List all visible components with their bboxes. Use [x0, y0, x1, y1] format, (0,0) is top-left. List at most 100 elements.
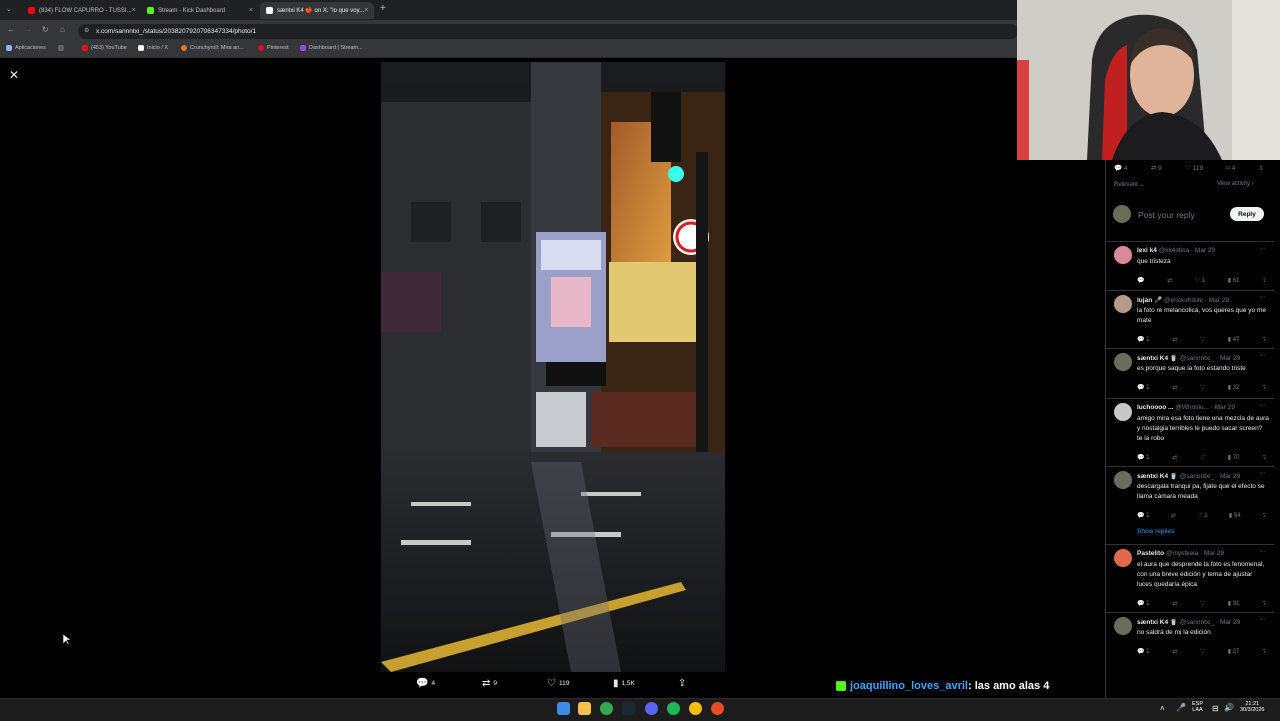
tab-x-post[interactable]: sæntxi K4 🍎 on X: "lo que voy... ×	[260, 2, 374, 19]
bookmark-x[interactable]: Inicio / X	[138, 45, 168, 51]
views-action[interactable]: ▮ 70	[1228, 454, 1240, 461]
volume-icon[interactable]: 🔊	[1224, 703, 1234, 712]
reply-author[interactable]: lexi k4 @kk4otica · Mar 29	[1137, 247, 1215, 254]
bookmark-dashboard[interactable]: Dashboard | Stream...	[300, 45, 363, 51]
reload-icon[interactable]: ↻	[42, 25, 49, 34]
bookmark-crunchyroll[interactable]: Crunchyroll: Mira an...	[181, 45, 244, 51]
reply-input[interactable]: Post your reply	[1138, 210, 1195, 220]
like-action[interactable]: ♡ 1	[1195, 277, 1205, 284]
share-icon[interactable]: ⇪	[1262, 600, 1267, 607]
share-icon[interactable]: ⇪	[1262, 648, 1267, 655]
post-views-action[interactable]: ▮ 1.5K	[613, 678, 635, 689]
like-action[interactable]: ♡ 1	[1197, 512, 1207, 519]
views-action[interactable]: ▮ 61	[1228, 277, 1240, 284]
more-options-icon[interactable]: ···	[1259, 294, 1266, 301]
share-icon[interactable]: ⇪	[1262, 384, 1267, 391]
reply-action[interactable]: 💬 1	[1137, 336, 1150, 343]
more-options-icon[interactable]: ···	[1259, 548, 1266, 555]
thread-repost-stat[interactable]: ⇄ 9	[1151, 164, 1162, 172]
bookmark-grid[interactable]	[58, 45, 67, 51]
reply-item[interactable]: luján 🎤 @ericksfrizze · Mar 29 ··· la foto…	[1106, 290, 1274, 349]
sort-dropdown[interactable]: Relevant ⌄	[1114, 181, 1144, 188]
post-share-action[interactable]: ⇪	[678, 678, 686, 689]
reply-item[interactable]: sæntxi K4 🥤 @sannntxi_ · Mar 29 ··· descar…	[1106, 466, 1274, 545]
new-tab-button[interactable]: +	[380, 3, 386, 14]
network-icon[interactable]: ⊟	[1212, 704, 1219, 713]
tab-search-icon[interactable]: ⌄	[6, 5, 12, 13]
like-action[interactable]: ♡	[1200, 454, 1205, 461]
share-icon[interactable]: ⇪	[1262, 454, 1267, 461]
views-action[interactable]: ▮ 31	[1228, 600, 1240, 607]
like-action[interactable]: ♡	[1200, 384, 1205, 391]
reply-button[interactable]: Reply	[1230, 207, 1264, 221]
discord-icon[interactable]	[645, 702, 658, 715]
reply-author[interactable]: Pastelito @mystkeia · Mar 29	[1137, 550, 1224, 557]
reply-author[interactable]: sæntxi K4 🥤 @sannntxi_ · Mar 29	[1137, 354, 1240, 362]
avatar[interactable]	[1114, 549, 1132, 567]
reply-item[interactable]: lexi k4 @kk4otica · Mar 29 ··· que tristez…	[1106, 241, 1274, 291]
spotify-icon[interactable]	[667, 702, 680, 715]
close-tab-icon[interactable]: ×	[364, 7, 368, 14]
repost-action[interactable]: ⇄	[1172, 648, 1177, 655]
repost-action[interactable]: ⇄	[1171, 512, 1176, 519]
reply-author[interactable]: sæntxi K4 🥤 @sannntxi_ · Mar 29	[1137, 472, 1240, 480]
chrome-icon[interactable]	[600, 702, 613, 715]
reply-author[interactable]: sæntxi K4 🥤 @sannntxi_ · Mar 29	[1137, 618, 1240, 626]
address-bar[interactable]: ⚙ x.com/sannntxi_/status/203820792070634…	[78, 24, 1018, 39]
bookmark-apps[interactable]: Aplicaciones	[6, 45, 46, 51]
more-options-icon[interactable]: ···	[1259, 352, 1266, 359]
reply-item[interactable]: luchoooo ... @Whoslu... · Mar 29 ··· amigo…	[1106, 398, 1274, 467]
file-explorer-icon[interactable]	[578, 702, 591, 715]
repost-action[interactable]: ⇄	[1172, 384, 1177, 391]
reply-action[interactable]: 💬 1	[1137, 384, 1150, 391]
reply-item[interactable]: Pastelito @mystkeia · Mar 29 ··· el aura q…	[1106, 544, 1274, 613]
language-indicator[interactable]: ESP LAA	[1192, 701, 1203, 713]
forward-icon[interactable]: →	[24, 25, 32, 34]
tab-kick[interactable]: Stream - Kick Dashboard ×	[141, 2, 259, 19]
tab-youtube[interactable]: (834) FLOW CAPURRO - TUSSI... ×	[22, 2, 140, 19]
windows-start-icon[interactable]	[557, 702, 570, 715]
views-action[interactable]: ▮ 27	[1228, 648, 1240, 655]
share-icon[interactable]: ⇪	[1262, 336, 1267, 343]
avatar[interactable]	[1114, 403, 1132, 421]
more-options-icon[interactable]: ···	[1259, 245, 1266, 252]
avatar[interactable]	[1114, 617, 1132, 635]
post-reply-action[interactable]: 💬 4	[416, 678, 435, 689]
reply-action[interactable]: 💬 1	[1137, 454, 1150, 461]
reply-action[interactable]: 💬 1	[1137, 648, 1150, 655]
reply-action[interactable]: 💬 1	[1137, 600, 1150, 607]
more-options-icon[interactable]: ···	[1259, 616, 1266, 623]
views-action[interactable]: ▮ 47	[1228, 336, 1240, 343]
chrome-icon[interactable]	[689, 702, 702, 715]
bookmark-youtube[interactable]: (453) YouTube	[82, 45, 127, 51]
microphone-icon[interactable]: 🎤	[1176, 703, 1186, 712]
reply-action[interactable]: 💬 1	[1137, 512, 1150, 519]
tray-chevron-icon[interactable]: ˄	[1160, 704, 1165, 713]
clock[interactable]: 21:21 30/3/2026	[1240, 701, 1264, 713]
thread-bookmark-stat[interactable]: ⌑ 4	[1226, 164, 1235, 172]
show-replies-link[interactable]: Show replies	[1137, 528, 1174, 535]
views-action[interactable]: ▮ 32	[1228, 384, 1240, 391]
home-icon[interactable]: ⌂	[60, 25, 65, 34]
more-options-icon[interactable]: ···	[1259, 470, 1266, 477]
like-action[interactable]: ♡	[1200, 600, 1205, 607]
bookmark-pinterest[interactable]: Pinterest	[258, 45, 289, 51]
avatar[interactable]	[1114, 471, 1132, 489]
close-tab-icon[interactable]: ×	[249, 7, 253, 14]
view-activity-link[interactable]: View activity ›	[1217, 181, 1254, 187]
site-info-icon[interactable]: ⚙	[84, 27, 89, 34]
steam-icon[interactable]	[622, 702, 635, 715]
share-icon[interactable]: ⇪	[1259, 164, 1264, 172]
repost-action[interactable]: ⇄	[1172, 454, 1177, 461]
repost-action[interactable]: ⇄	[1167, 277, 1172, 284]
reply-item[interactable]: sæntxi K4 🥤 @sannntxi_ · Mar 29 ··· es por…	[1106, 348, 1274, 399]
like-action[interactable]: ♡	[1200, 336, 1205, 343]
avatar[interactable]	[1114, 295, 1132, 313]
more-options-icon[interactable]: ···	[1259, 402, 1266, 409]
post-repost-action[interactable]: ⇄ 9	[482, 678, 497, 689]
thread-reply-stat[interactable]: 💬 4	[1114, 164, 1128, 172]
avatar[interactable]	[1114, 246, 1132, 264]
share-icon[interactable]: ⇪	[1262, 277, 1267, 284]
repost-action[interactable]: ⇄	[1172, 336, 1177, 343]
reply-author[interactable]: luchoooo ... @Whoslu... · Mar 29	[1137, 404, 1235, 411]
